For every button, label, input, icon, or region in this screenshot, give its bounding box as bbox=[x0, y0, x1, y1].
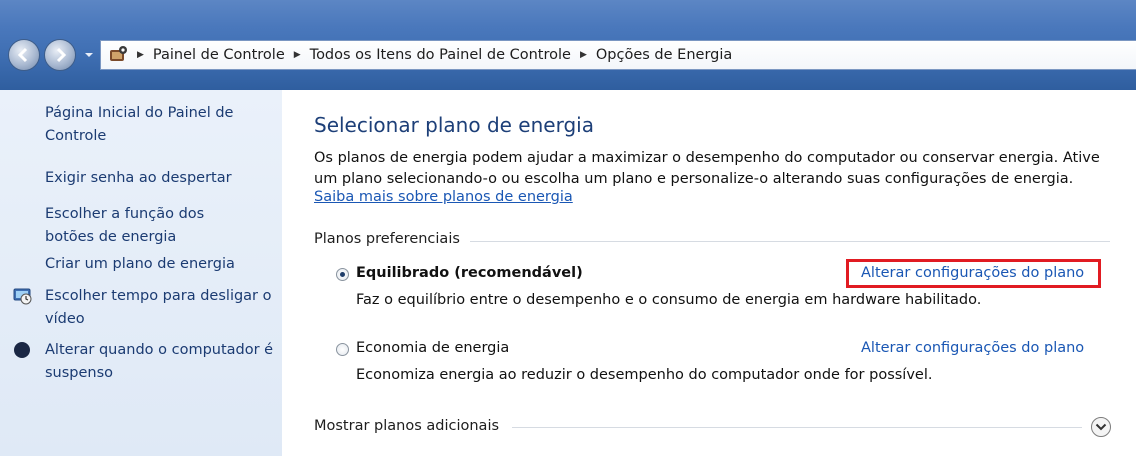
back-button[interactable] bbox=[8, 39, 40, 71]
page-description: Os planos de energia podem ajudar a maxi… bbox=[314, 150, 1100, 187]
page-title: Selecionar plano de energia bbox=[314, 113, 594, 137]
learn-more-link[interactable]: Saiba mais sobre planos de energia bbox=[314, 189, 573, 205]
plan-name-balanced[interactable]: Equilibrado (recomendável) bbox=[356, 265, 583, 281]
breadcrumb-item[interactable]: Opções de Energia bbox=[596, 47, 732, 63]
section-title-preferred-plans: Planos preferenciais bbox=[314, 231, 460, 247]
show-additional-plans-label[interactable]: Mostrar planos adicionais bbox=[314, 418, 499, 434]
plan-name-power-saver[interactable]: Economia de energia bbox=[356, 340, 509, 356]
expand-additional-plans-button[interactable] bbox=[1091, 417, 1111, 437]
forward-button[interactable] bbox=[44, 39, 76, 71]
sidebar-item-display-timeout[interactable]: Escolher tempo para desligar o vídeo bbox=[45, 285, 275, 331]
change-plan-settings-link-power-saver[interactable]: Alterar configurações do plano bbox=[861, 340, 1084, 356]
section-divider bbox=[512, 427, 1082, 428]
chevron-down-icon bbox=[1095, 423, 1107, 431]
plan-description-balanced: Faz o equilíbrio entre o desempenho e o … bbox=[356, 292, 982, 308]
sidebar-item-create-plan[interactable]: Criar um plano de energia bbox=[45, 253, 265, 276]
moon-icon bbox=[14, 342, 30, 358]
recent-pages-chevron-down-icon[interactable] bbox=[84, 50, 94, 60]
radio-balanced-plan[interactable] bbox=[336, 268, 349, 281]
breadcrumb-separator-icon: ▶ bbox=[293, 50, 301, 60]
breadcrumb-separator-icon: ▶ bbox=[579, 50, 587, 60]
section-divider bbox=[470, 241, 1110, 242]
plan-description-power-saver: Economiza energia ao reduzir o desempenh… bbox=[356, 367, 933, 383]
arrow-right-icon bbox=[56, 47, 67, 63]
breadcrumb-item[interactable]: Painel de Controle bbox=[153, 47, 285, 63]
monitor-icon bbox=[13, 288, 32, 305]
breadcrumb-item[interactable]: Todos os Itens do Painel de Controle bbox=[310, 47, 571, 63]
sidebar-item-sleep-settings[interactable]: Alterar quando o computador é suspenso bbox=[45, 339, 275, 385]
address-bar[interactable]: ▶ Painel de Controle ▶ Todos os Itens do… bbox=[100, 40, 1136, 70]
sidebar-item-control-panel-home[interactable]: Página Inicial do Painel de Controle bbox=[45, 102, 265, 148]
sidebar-item-require-password[interactable]: Exigir senha ao despertar bbox=[45, 167, 265, 190]
radio-power-saver-plan[interactable] bbox=[336, 343, 349, 356]
control-panel-icon bbox=[110, 46, 127, 61]
arrow-left-icon bbox=[17, 47, 28, 63]
window-titlebar: ▶ Painel de Controle ▶ Todos os Itens do… bbox=[0, 0, 1136, 90]
breadcrumb-separator-icon: ▶ bbox=[137, 50, 144, 60]
sidebar-item-power-buttons[interactable]: Escolher a função dos botões de energia bbox=[45, 203, 255, 249]
sidebar: Página Inicial do Painel de Controle Exi… bbox=[0, 90, 282, 456]
highlight-box bbox=[846, 259, 1101, 288]
